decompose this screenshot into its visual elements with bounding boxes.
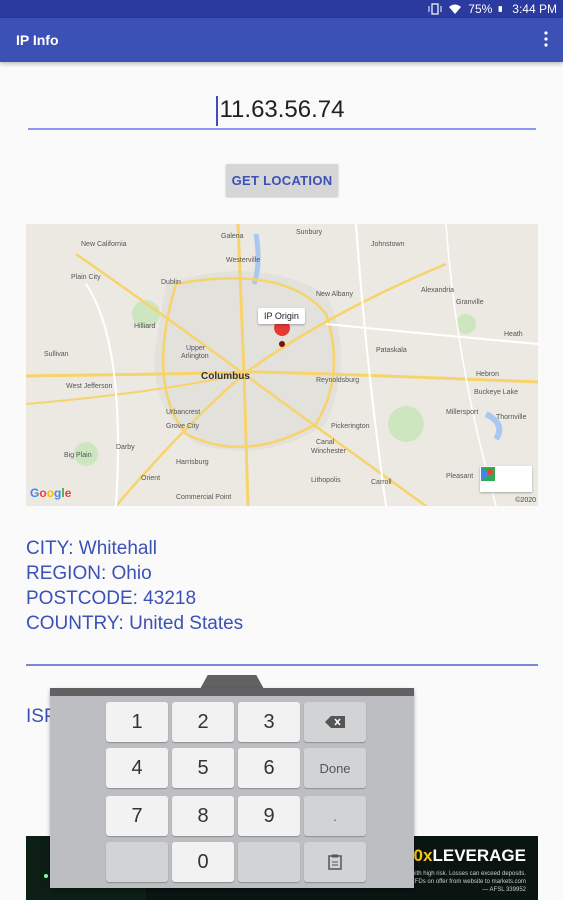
- svg-text:Buckeye Lake: Buckeye Lake: [474, 389, 518, 396]
- app-bar: IP Info: [0, 18, 563, 62]
- key-0[interactable]: 0: [172, 842, 234, 882]
- clipboard-icon: [328, 854, 342, 870]
- svg-text:Granville: Granville: [456, 299, 484, 306]
- svg-text:Sunbury: Sunbury: [296, 229, 323, 236]
- map-copyright: ©2020: [515, 497, 536, 504]
- key-1[interactable]: 1: [106, 702, 168, 742]
- key-5[interactable]: 5: [172, 748, 234, 788]
- svg-text:Urbancrest: Urbancrest: [166, 409, 200, 416]
- city-text: CITY: Whitehall: [26, 538, 157, 559]
- svg-text:Winchester: Winchester: [311, 448, 347, 455]
- ad-headline: 20xLEVERAGE: [404, 846, 526, 865]
- postcode-text: POSTCODE: 43218: [26, 588, 197, 609]
- svg-text:New Albany: New Albany: [316, 291, 353, 298]
- svg-text:Pickerington: Pickerington: [331, 423, 370, 430]
- country-text: COUNTRY: United States: [26, 613, 244, 634]
- svg-text:Grove City: Grove City: [166, 423, 200, 430]
- overflow-menu-icon[interactable]: [543, 31, 549, 47]
- clipboard-key[interactable]: [304, 842, 366, 882]
- svg-text:Sullivan: Sullivan: [44, 351, 69, 358]
- vibrate-icon: [428, 3, 442, 15]
- svg-text:Reynoldsburg: Reynoldsburg: [316, 377, 359, 384]
- marker-info-window: IP Origin: [258, 308, 305, 324]
- status-icons: 75% 3:44 PM: [428, 2, 557, 16]
- svg-text:New California: New California: [81, 241, 127, 248]
- backspace-key[interactable]: [304, 702, 366, 742]
- battery-percent: 75%: [468, 2, 493, 16]
- svg-text:Hilliard: Hilliard: [134, 323, 156, 330]
- svg-text:Dublin: Dublin: [161, 279, 181, 286]
- svg-text:Millersport: Millersport: [446, 409, 478, 416]
- svg-text:Harrisburg: Harrisburg: [176, 459, 209, 466]
- battery-icon: [498, 6, 503, 12]
- wifi-icon: [449, 4, 462, 14]
- done-key[interactable]: Done: [304, 748, 366, 788]
- backspace-icon: [325, 716, 345, 728]
- map-view[interactable]: Westerville New California Galena Sunbur…: [26, 224, 538, 506]
- keyboard-top-bar: [50, 688, 414, 696]
- region-text: REGION: Ohio: [26, 563, 152, 584]
- svg-text:Heath: Heath: [504, 331, 523, 338]
- svg-text:Darby: Darby: [116, 444, 135, 451]
- svg-text:Carroll: Carroll: [371, 479, 392, 486]
- blank-key-left: [106, 842, 168, 882]
- svg-text:Big Plain: Big Plain: [64, 452, 92, 459]
- svg-text:Commercial Point: Commercial Point: [176, 494, 231, 501]
- blank-key-right: [238, 842, 300, 882]
- get-location-button[interactable]: GET LOCATION: [226, 164, 338, 196]
- map-toolbar: [480, 466, 532, 492]
- svg-text:Pataskala: Pataskala: [376, 347, 407, 354]
- key-7[interactable]: 7: [106, 796, 168, 836]
- key-2[interactable]: 2: [172, 702, 234, 742]
- map-graphic: Westerville New California Galena Sunbur…: [26, 224, 538, 506]
- svg-text:Galena: Galena: [221, 233, 244, 240]
- keyboard-handle[interactable]: [200, 675, 264, 689]
- svg-text:Pleasant: Pleasant: [446, 473, 473, 480]
- key-9[interactable]: 9: [238, 796, 300, 836]
- svg-text:Plain City: Plain City: [71, 274, 101, 281]
- svg-text:Canal: Canal: [316, 439, 335, 446]
- svg-text:Westerville: Westerville: [226, 257, 260, 264]
- open-in-maps-icon[interactable]: [481, 466, 532, 492]
- key-8[interactable]: 8: [172, 796, 234, 836]
- svg-text:Thornville: Thornville: [496, 414, 526, 421]
- svg-text:Johnstown: Johnstown: [371, 241, 405, 248]
- divider: [26, 664, 538, 666]
- ip-address-input[interactable]: [28, 92, 536, 130]
- key-6[interactable]: 6: [238, 748, 300, 788]
- clock: 3:44 PM: [512, 2, 557, 16]
- svg-text:Arlington: Arlington: [181, 353, 209, 360]
- svg-text:Columbus: Columbus: [201, 371, 250, 382]
- status-bar: 75% 3:44 PM: [0, 0, 563, 18]
- key-3[interactable]: 3: [238, 702, 300, 742]
- svg-text:Alexandria: Alexandria: [421, 287, 454, 294]
- svg-text:West Jefferson: West Jefferson: [66, 383, 113, 390]
- svg-text:Upper: Upper: [186, 345, 206, 352]
- svg-text:Orient: Orient: [141, 475, 160, 482]
- svg-text:Hebron: Hebron: [476, 371, 499, 378]
- period-key[interactable]: .: [304, 796, 366, 836]
- text-cursor: [216, 96, 218, 126]
- key-4[interactable]: 4: [106, 748, 168, 788]
- svg-text:Lithopolis: Lithopolis: [311, 477, 341, 484]
- google-logo: Google: [30, 486, 72, 500]
- app-title: IP Info: [16, 32, 59, 48]
